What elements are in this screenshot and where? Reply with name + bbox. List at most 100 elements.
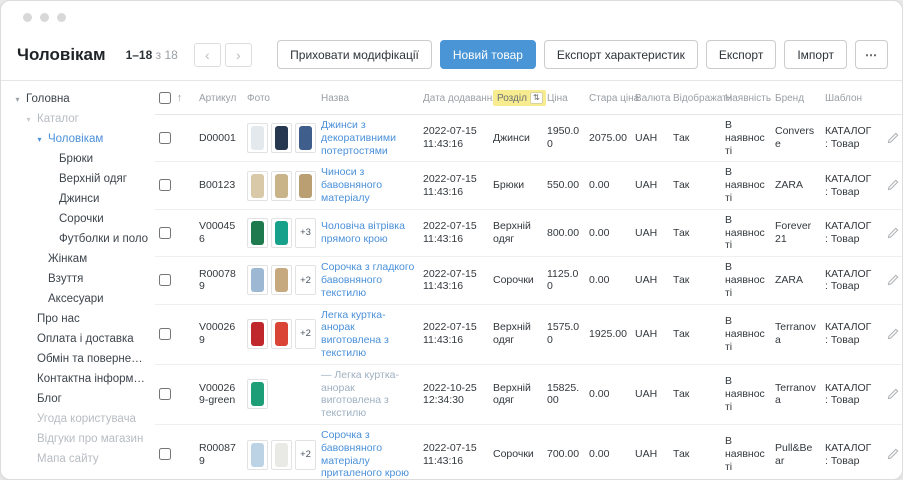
column-header-availability[interactable]: Наявність [721,81,771,115]
row-checkbox[interactable] [159,448,171,460]
product-name-link[interactable]: Чиноси з бавовняного матеріалу [321,166,415,204]
product-photos-cell [243,162,317,209]
edit-icon[interactable] [887,328,899,340]
hide-modifications-button[interactable]: Приховати модифікації [277,40,432,69]
sort-order-icon[interactable]: ↑ [177,92,183,104]
edit-icon[interactable] [887,227,899,239]
sidebar-item-zhinkam[interactable]: ▾ Жінкам [13,249,149,269]
product-name-link[interactable]: Сорочка з гладкого бавовняного текстилю [321,261,415,299]
pagination-controls: ‹ › [194,43,252,67]
table-row[interactable]: V000269-green — Легка куртка-анорак виго… [155,364,902,424]
more-actions-button[interactable]: ⋯ [855,40,888,69]
column-header-name[interactable]: Назва [317,81,419,115]
product-name-link[interactable]: Чоловіча вітрівка прямого крою [321,220,415,246]
new-product-button[interactable]: Новий товар [440,40,536,69]
row-checkbox[interactable] [159,328,171,340]
column-header-brand[interactable]: Бренд [771,81,821,115]
product-name-cell: Джинси з декоративними потертостями [317,115,419,162]
column-header-date-added[interactable]: Дата додавання [419,81,489,115]
sidebar-item-kontaktna-informatsiia[interactable]: ▾ Контактна інформація [13,369,149,389]
sidebar-item-holovna[interactable]: ▾ Головна [13,89,149,109]
sidebar-item-aksesuary[interactable]: ▾ Аксесуари [13,289,149,309]
sort-toggle-icon[interactable]: ⇅ [530,92,543,104]
sidebar-item-dzhynsy[interactable]: ▾ Джинси [13,189,149,209]
product-photo [247,123,268,153]
sidebar-item-label: Аксесуари [48,293,104,305]
row-actions [877,162,902,209]
table-row[interactable]: V000456 +3 Чоловіча вітрівка прямого кро… [155,209,902,256]
sidebar-item-label: Про нас [37,313,80,325]
export-button[interactable]: Експорт [706,40,776,69]
column-header-old-price[interactable]: Стара ціна [585,81,631,115]
edit-icon[interactable] [887,179,899,191]
sidebar-item-bloh[interactable]: ▾ Блог [13,389,149,409]
column-header-currency[interactable]: Валюта [631,81,669,115]
column-header-photo[interactable]: Фото [243,81,317,115]
column-header-template[interactable]: Шаблон [821,81,877,115]
sidebar-item-futbolky-polo[interactable]: ▾ Футболки и поло [13,229,149,249]
pagination-prev-button[interactable]: ‹ [194,43,221,67]
more-photos-badge[interactable]: +2 [295,319,316,349]
sidebar-item-uhoda-korystuvacha[interactable]: ▾ Угода користувача [13,409,149,429]
chevron-down-icon: ▾ [13,95,22,104]
sidebar-item-mapa-saitu[interactable]: ▾ Мапа сайту [13,449,149,469]
product-currency: UAH [631,364,669,424]
pagination-next-button[interactable]: › [225,43,252,67]
column-header-price[interactable]: Ціна [543,81,585,115]
edit-icon[interactable] [887,448,899,460]
product-date-added: 2022-07-15 11:43:16 [419,209,489,256]
edit-icon[interactable] [887,274,899,286]
sidebar-item-vzuttia[interactable]: ▾ Взуття [13,269,149,289]
column-header-sku[interactable]: Артикул [195,81,243,115]
product-photo [271,440,292,470]
window-minimize-button[interactable] [40,13,49,22]
row-checkbox[interactable] [159,179,171,191]
product-section: Брюки [489,162,543,209]
sidebar-item-vidhuky-pro-mahazyn[interactable]: ▾ Відгуки про магазин [13,429,149,449]
sidebar-item-briuky[interactable]: ▾ Брюки [13,149,149,169]
sidebar-item-cholovikam[interactable]: ▾ Чоловікам [13,129,149,149]
more-photos-badge[interactable]: +2 [295,440,316,470]
more-photos-badge[interactable]: +2 [295,265,316,295]
sidebar-item-sorochky[interactable]: ▾ Сорочки [13,209,149,229]
product-name-link[interactable]: — Легка куртка-анорак виготовлена з текс… [321,369,415,420]
table-row[interactable]: V000269 +2 Легка куртка-анорак виготовле… [155,304,902,364]
column-header-section[interactable]: Розділ ⇅ [489,81,543,115]
sidebar-item-obmin-povernennia[interactable]: ▾ Обмін та повернення [13,349,149,369]
sidebar-item-pro-nas[interactable]: ▾ Про нас [13,309,149,329]
sidebar-item-label: Каталог [37,113,79,125]
product-name-link[interactable]: Сорочка з бавовняного матеріалу притален… [321,429,415,479]
window-zoom-button[interactable] [57,13,66,22]
export-characteristics-button[interactable]: Експорт характеристик [544,40,698,69]
row-checkbox[interactable] [159,388,171,400]
edit-icon[interactable] [887,388,899,400]
sidebar: ▾ Головна ▾ Каталог ▾ Чоловікам ▾ Брюки … [1,81,151,479]
import-button[interactable]: Імпорт [784,40,847,69]
product-name-link[interactable]: Джинси з декоративними потертостями [321,119,415,157]
edit-icon[interactable] [887,132,899,144]
row-checkbox[interactable] [159,132,171,144]
window-close-button[interactable] [23,13,32,22]
product-photo [271,218,292,248]
row-select-cell [155,424,195,479]
more-photos-badge[interactable]: +3 [295,218,316,248]
sidebar-item-kataloh[interactable]: ▾ Каталог [13,109,149,129]
sidebar-item-label: Блог [37,393,62,405]
select-all-checkbox[interactable] [159,92,171,104]
row-actions [877,364,902,424]
table-row[interactable]: R000879 +2 Сорочка з бавовняного матеріа… [155,424,902,479]
table-row[interactable]: B00123 Чиноси з бавовняного матеріалу 20… [155,162,902,209]
row-checkbox[interactable] [159,227,171,239]
sidebar-item-verkhnii-odiah[interactable]: ▾ Верхній одяг [13,169,149,189]
table-row[interactable]: D00001 Джинси з декоративними потертостя… [155,115,902,162]
table-row[interactable]: R000789 +2 Сорочка з гладкого бавовняног… [155,257,902,304]
product-sku: B00123 [195,162,243,209]
sidebar-item-oplata-dostavka[interactable]: ▾ Оплата і доставка [13,329,149,349]
product-name-link[interactable]: Легка куртка-анорак виготовлена з тексти… [321,309,415,360]
pagination-total: з 18 [156,48,178,62]
product-photos [247,123,313,153]
row-checkbox[interactable] [159,274,171,286]
row-select-cell [155,115,195,162]
column-header-display[interactable]: Відображати [669,81,721,115]
product-price: 1125.00 [543,257,585,304]
